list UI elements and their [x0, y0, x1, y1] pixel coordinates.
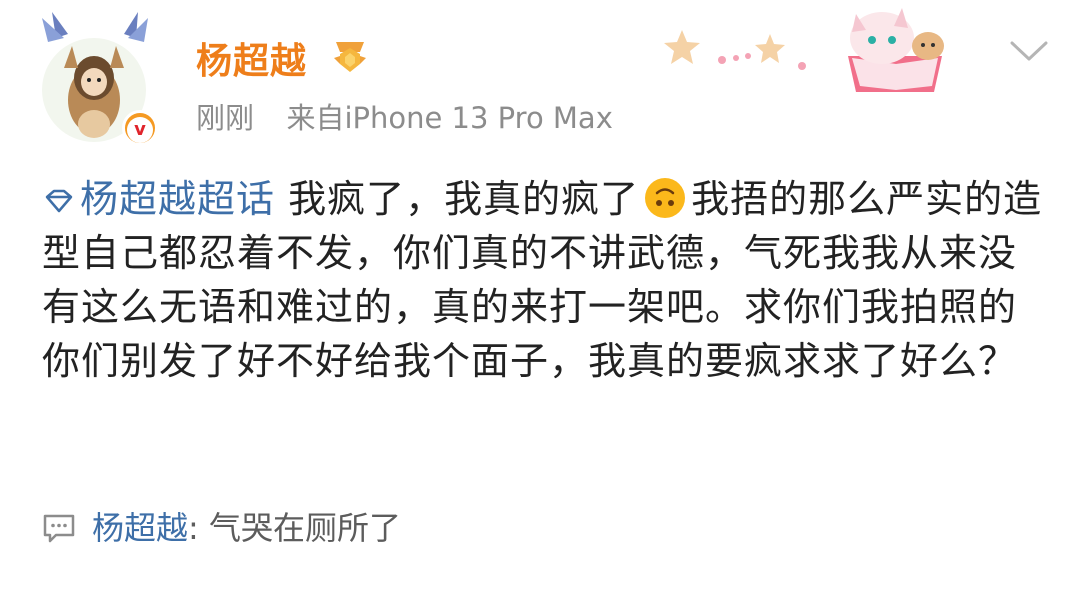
- post-time: 刚刚: [196, 101, 255, 135]
- upside-down-face-emoji: [645, 178, 686, 218]
- post-meta: 刚刚 来自iPhone 13 Pro Max: [196, 95, 613, 137]
- username[interactable]: 杨超越: [196, 32, 307, 84]
- verified-badge: v: [122, 110, 158, 146]
- post-body: 杨超越超话 我疯了，我真的疯了 我捂的那么严实的造型自己都忍着不发，你们真的不讲武…: [42, 172, 1052, 388]
- post-source: 来自iPhone 13 Pro Max: [286, 101, 613, 135]
- comment-author[interactable]: 杨超越: [92, 509, 188, 547]
- avatar-container[interactable]: v: [34, 8, 174, 146]
- topic-label: 杨超越超话: [80, 177, 276, 221]
- comment-text: : 气哭在厕所了: [188, 509, 401, 547]
- comment-bubble-icon: [43, 514, 75, 543]
- decoration-sticker-icon: [664, 8, 944, 92]
- vip-medal-icon: [334, 42, 366, 72]
- topic-link[interactable]: 杨超越超话: [42, 177, 275, 221]
- post-text-a: 我疯了，我真的疯了: [288, 177, 640, 221]
- comment-row[interactable]: 杨超越: 气哭在厕所了: [42, 503, 401, 549]
- diamond-topic-icon: [45, 189, 73, 213]
- chevron-down-icon[interactable]: [1008, 38, 1050, 64]
